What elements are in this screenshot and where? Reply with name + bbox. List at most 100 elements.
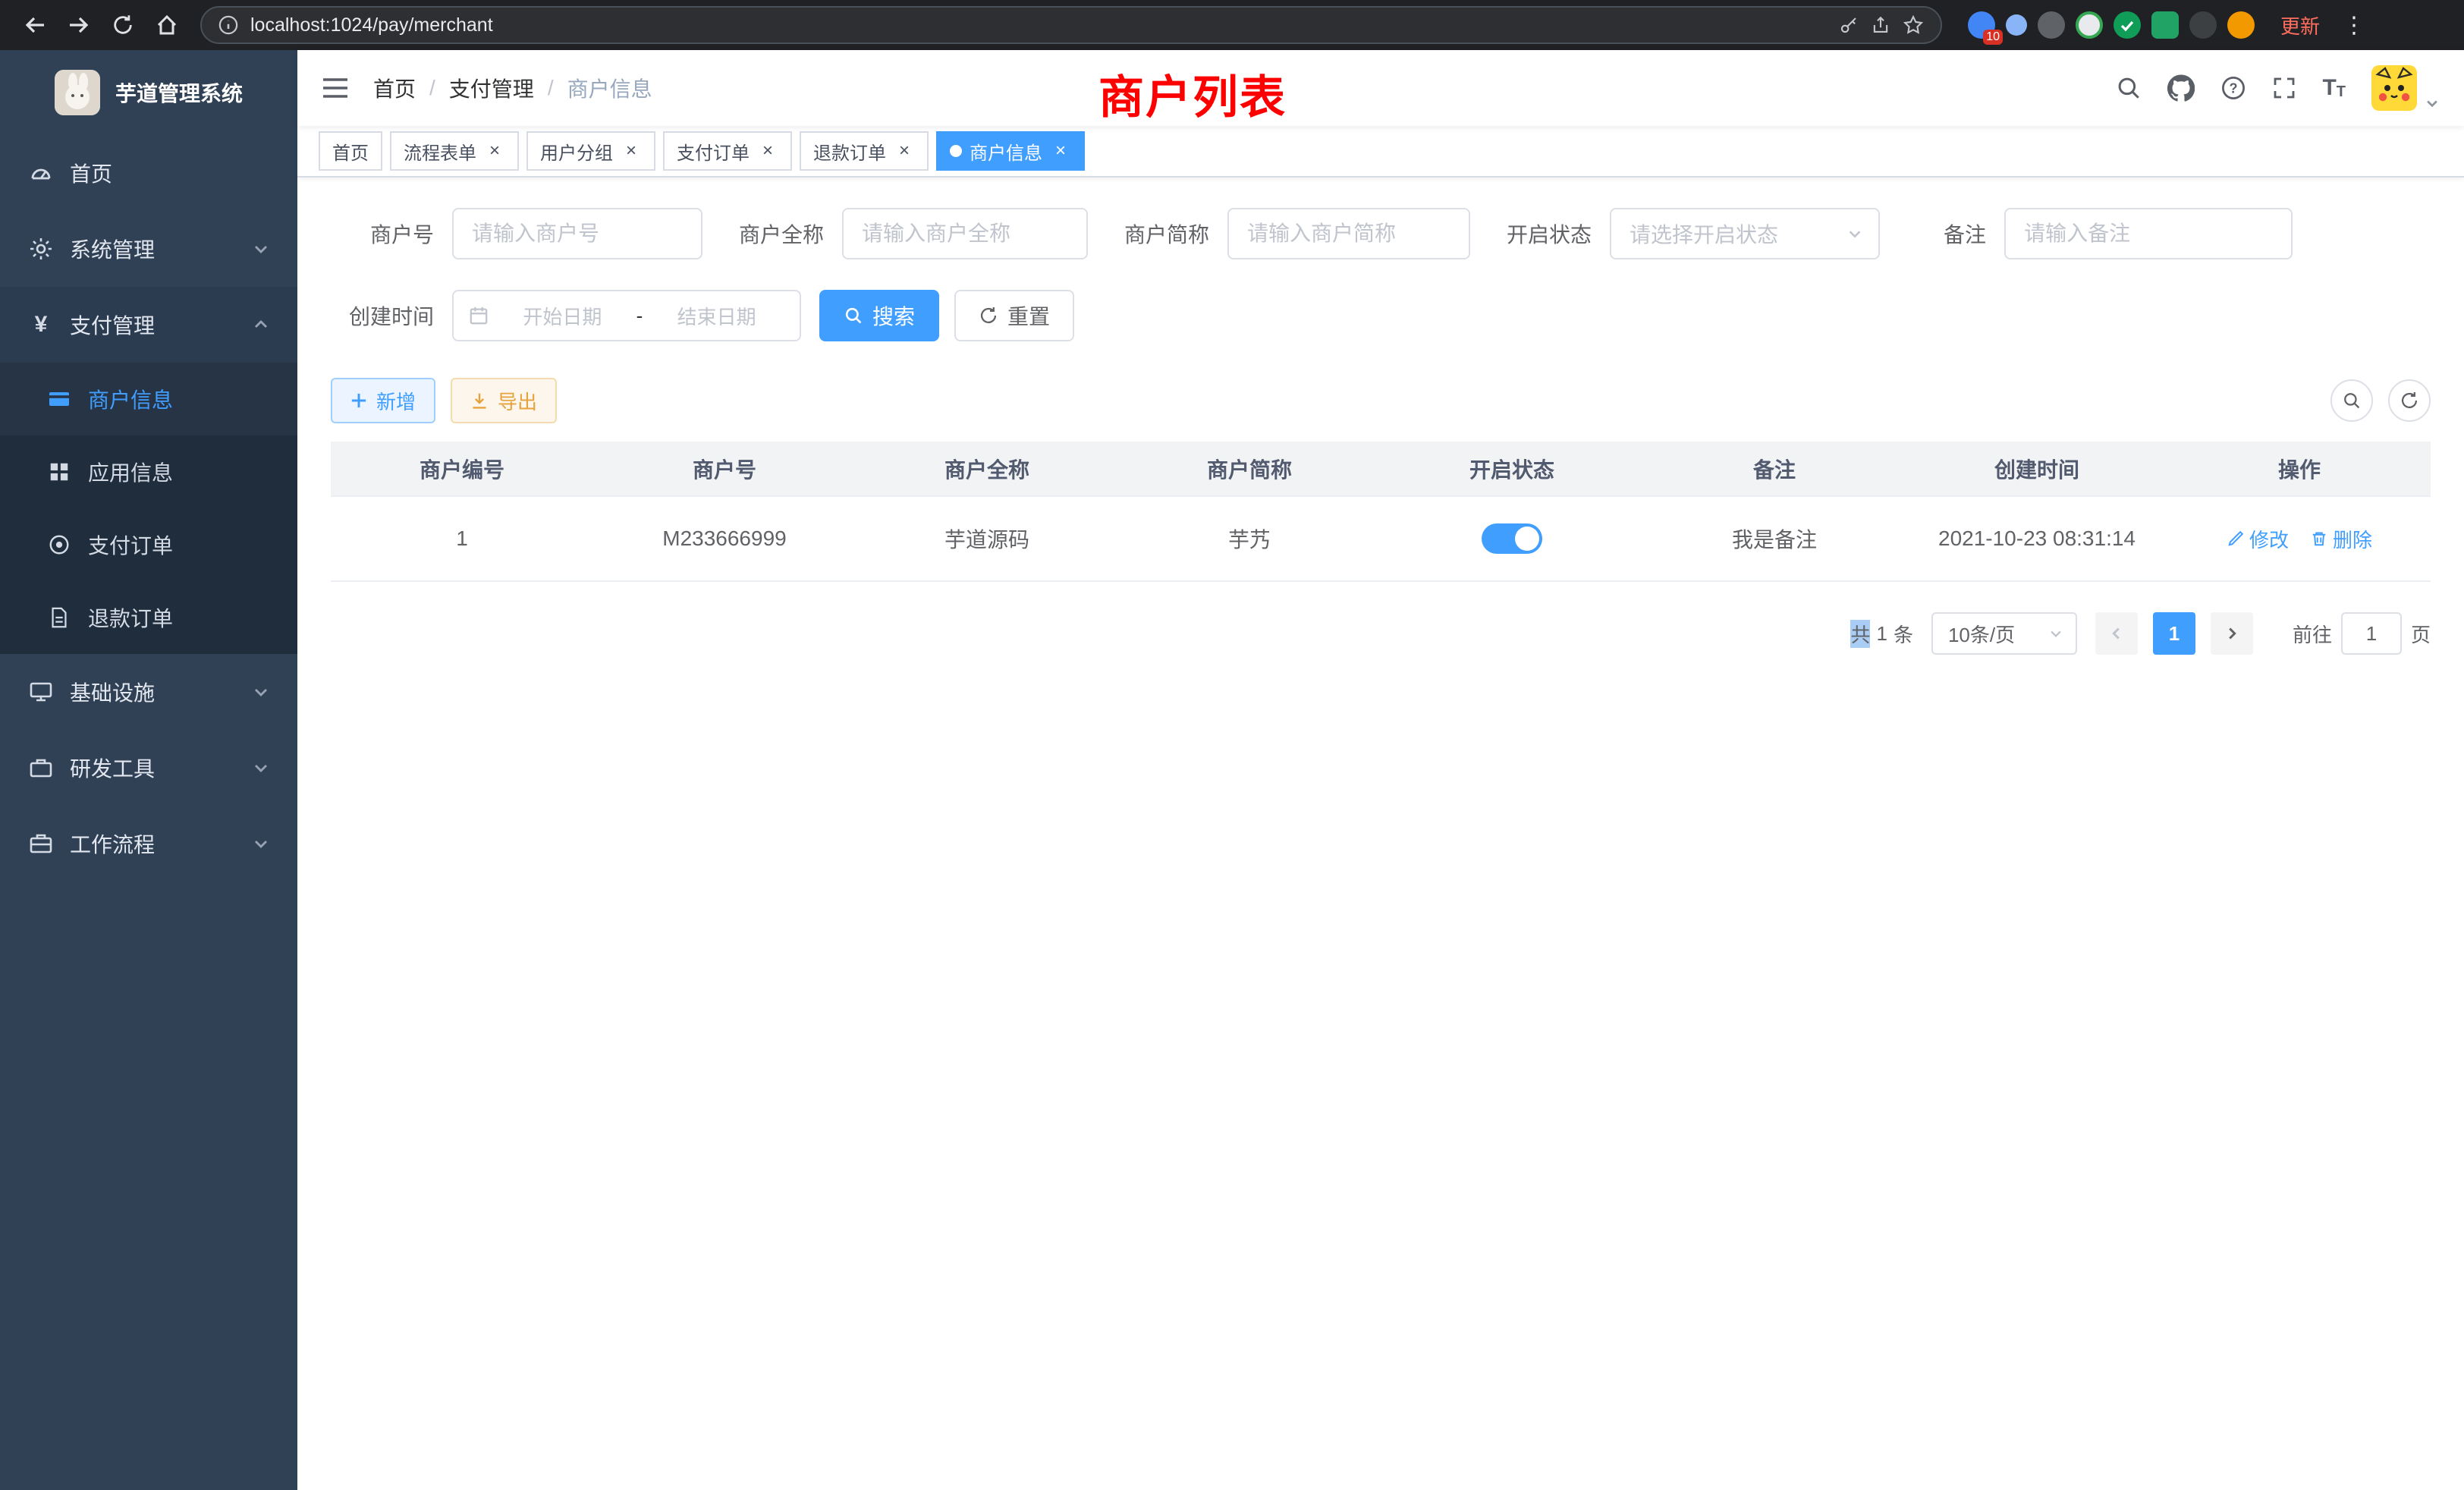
goto-page-input[interactable] [2341,612,2402,655]
password-key-icon[interactable] [1839,15,1859,35]
url-bar[interactable]: localhost:1024/pay/merchant [200,6,1942,44]
breadcrumb-payment[interactable]: 支付管理 [449,73,534,103]
column-header: 创建时间 [1906,442,2168,496]
sidebar-item-home[interactable]: 首页 [0,135,297,211]
chrome-menu-icon[interactable]: ⋮ [2337,12,2371,39]
status-select[interactable]: 请选择开启状态 [1610,208,1880,259]
tab-label: 退款订单 [813,138,886,165]
merchant-card-icon [46,387,73,411]
user-avatar [2371,65,2417,111]
payment-submenu: 商户信息 应用信息 支付订单 退款订单 [0,363,297,654]
sidebar-item-dev-tools[interactable]: 研发工具 [0,730,297,806]
tab-process-form[interactable]: 流程表单 × [390,131,519,171]
help-icon[interactable]: ? [2220,75,2246,101]
extension-icon[interactable] [2076,11,2103,39]
field-label: 开启状态 [1507,218,1592,249]
sidebar-item-workflow[interactable]: 工作流程 [0,806,297,882]
column-header: 开启状态 [1381,442,1643,496]
grid-icon [46,461,73,483]
chevron-down-icon [2048,626,2063,641]
tab-merchant-info[interactable]: 商户信息 × [936,131,1085,171]
browser-home-button[interactable] [147,5,187,45]
page-size-value: 10条/页 [1948,620,2015,648]
search-icon[interactable] [2116,75,2142,101]
edit-link[interactable]: 修改 [2227,525,2289,553]
close-icon[interactable]: × [1050,140,1071,162]
tab-label: 商户信息 [970,138,1042,165]
extension-icon[interactable] [2227,11,2255,39]
extension-icon[interactable] [2006,14,2027,36]
chevron-down-icon [1846,225,1863,242]
app-frame: 芋道管理系统 首页 系统管理 ¥ 支付管理 商户信息 应用信息 [0,50,2464,1490]
browser-back-button[interactable] [15,5,55,45]
close-icon[interactable]: × [621,140,642,162]
sidebar-item-app-info[interactable]: 应用信息 [0,435,297,508]
sidebar-item-refund-order[interactable]: 退款订单 [0,581,297,654]
full-name-input[interactable] [842,208,1088,259]
right-toolbar [2330,379,2431,422]
short-name-input[interactable] [1227,208,1470,259]
sidebar-item-infrastructure[interactable]: 基础设施 [0,654,297,730]
tab-refund-order[interactable]: 退款订单 × [800,131,929,171]
merchant-table: 商户编号 商户号 商户全称 商户简称 开启状态 备注 创建时间 操作 1 M23… [331,442,2431,582]
tab-pay-order[interactable]: 支付订单 × [663,131,792,171]
chrome-update-button[interactable]: 更新 [2280,11,2320,39]
sidebar-item-payment[interactable]: ¥ 支付管理 [0,287,297,363]
table-header-row: 商户编号 商户号 商户全称 商户简称 开启状态 备注 创建时间 操作 [331,442,2431,496]
breadcrumb-home[interactable]: 首页 [373,73,416,103]
field-label: 商户简称 [1124,218,1209,249]
tab-home[interactable]: 首页 [319,131,382,171]
reset-button[interactable]: 重置 [954,290,1074,341]
svg-text:?: ? [2230,80,2238,96]
filter-remark: 备注 [1944,208,2293,259]
field-label: 创建时间 [331,300,434,331]
hamburger-icon[interactable] [322,77,349,99]
toggle-search-button[interactable] [2330,379,2373,422]
export-button[interactable]: 导出 [451,378,557,423]
bookmark-star-icon[interactable] [1903,14,1924,36]
next-page-button[interactable] [2211,612,2253,655]
sidebar-item-merchant-info[interactable]: 商户信息 [0,363,297,435]
extension-icon[interactable] [2189,11,2217,39]
site-info-icon[interactable] [218,15,238,35]
gear-icon [27,237,55,261]
browser-forward-button[interactable] [59,5,99,45]
share-icon[interactable] [1871,15,1890,35]
remark-input[interactable] [2004,208,2293,259]
total-prefix: 共 [1850,620,1870,648]
sidebar-item-pay-order[interactable]: 支付订单 [0,508,297,581]
browser-reload-button[interactable] [103,5,143,45]
page-content: 商户号 商户全称 商户简称 开启状态 请选择开启状态 [297,178,2464,1490]
extension-icon[interactable] [2038,11,2065,39]
font-size-icon[interactable]: TT [2322,77,2346,99]
status-toggle[interactable] [1482,523,1542,554]
date-range-picker[interactable]: 开始日期 - 结束日期 [452,290,801,341]
user-menu[interactable] [2371,65,2440,111]
add-button[interactable]: 新增 [331,378,435,423]
tab-user-group[interactable]: 用户分组 × [526,131,655,171]
prev-page-button[interactable] [2095,612,2138,655]
app-logo[interactable]: 芋道管理系统 [0,50,297,135]
toolbox-icon [27,756,55,780]
merchant-no-input[interactable] [452,208,702,259]
refresh-button[interactable] [2388,379,2431,422]
filter-row-1: 商户号 商户全称 商户简称 开启状态 请选择开启状态 [331,208,2431,259]
extension-icon[interactable] [2151,11,2179,39]
delete-link[interactable]: 删除 [2310,525,2372,553]
extension-icon[interactable] [2114,11,2141,39]
column-header: 商户简称 [1118,442,1381,496]
close-icon[interactable]: × [757,140,778,162]
close-icon[interactable]: × [484,140,505,162]
tab-label: 首页 [332,138,369,165]
filter-create-time: 创建时间 开始日期 - 结束日期 [331,290,801,341]
fullscreen-icon[interactable] [2272,76,2296,100]
extension-icon[interactable]: 10 [1968,11,1995,39]
page-size-select[interactable]: 10条/页 [1931,612,2077,655]
page-number-button[interactable]: 1 [2153,612,2195,655]
close-icon[interactable]: × [894,140,915,162]
search-button[interactable]: 搜索 [819,290,939,341]
github-icon[interactable] [2167,74,2195,102]
sidebar-item-system[interactable]: 系统管理 [0,211,297,287]
date-end-placeholder: 结束日期 [649,302,784,330]
select-placeholder: 请选择开启状态 [1630,218,1778,249]
